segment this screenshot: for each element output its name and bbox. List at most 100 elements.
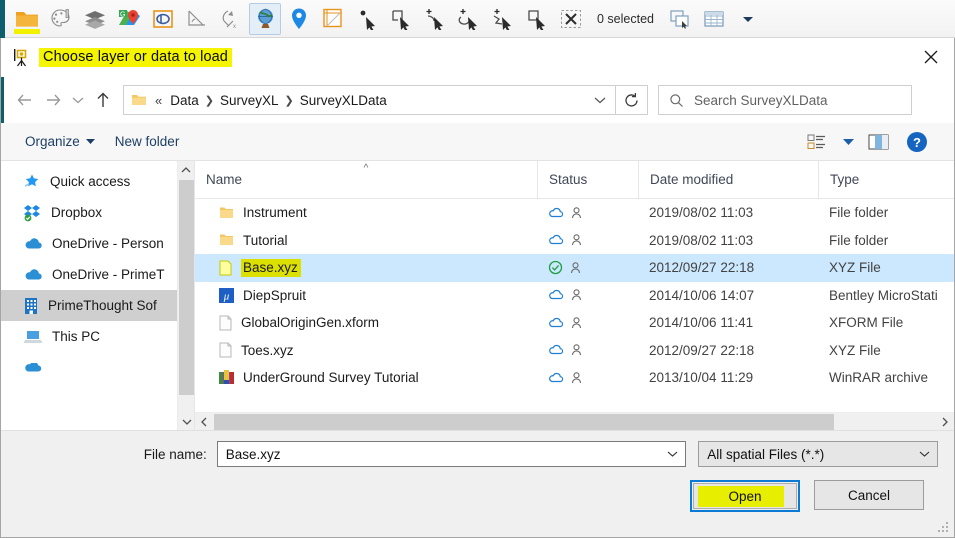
scroll-up-icon[interactable] (178, 161, 194, 178)
select-rect-icon[interactable] (385, 3, 417, 35)
cell-name: Instrument (195, 199, 537, 227)
axis-rotate-icon[interactable]: x (215, 3, 247, 35)
column-header-status[interactable]: Status (537, 161, 638, 199)
table-row[interactable]: Tutorial 2019/08/02 11:03 File folder (195, 227, 954, 255)
select-lasso-icon[interactable] (453, 3, 485, 35)
scroll-left-icon[interactable] (195, 413, 213, 431)
column-header-type[interactable]: Type (818, 161, 954, 199)
table-row[interactable]: UnderGround Survey Tutorial 2013/10/04 1… (195, 364, 954, 392)
column-header-name[interactable]: ^ Name (195, 161, 537, 199)
bing-maps-icon[interactable] (147, 3, 179, 35)
sidebar-item-quick-access[interactable]: Quick access (1, 166, 177, 197)
sidebar-item-primethought-software[interactable]: PrimeThought Sof (1, 290, 177, 321)
google-maps-icon[interactable]: G (113, 3, 145, 35)
sidebar-item-onedrive-personal[interactable]: OneDrive - Person (1, 228, 177, 259)
table-row[interactable]: Toes.xyz 2012/09/27 22:18 XYZ File (195, 337, 954, 365)
table-row[interactable]: Instrument 2019/08/02 11:03 File folder (195, 199, 954, 227)
sidebar-scrollbar[interactable] (177, 161, 194, 430)
select-point-icon[interactable] (351, 3, 383, 35)
file-name: GlobalOriginGen.xform (241, 315, 379, 330)
table-icon[interactable] (698, 3, 730, 35)
file-list-horizontal-scrollbar[interactable] (195, 412, 954, 430)
table-row[interactable]: μ DiepSpruit 2014/10/06 14:07 Bentley Mi… (195, 282, 954, 310)
scrollbar-track[interactable] (213, 413, 936, 431)
scroll-right-icon[interactable] (936, 413, 954, 431)
scroll-down-icon[interactable] (178, 413, 195, 430)
dialog-footer: File name: Base.xyz All spatial Files (*… (1, 430, 954, 537)
overflow-chevron-icon[interactable] (732, 3, 764, 35)
select-poly-icon[interactable] (487, 3, 519, 35)
select-crop-icon[interactable] (521, 3, 553, 35)
palette-icon[interactable] (45, 3, 77, 35)
breadcrumb-item-2[interactable]: SurveyXLData (297, 92, 390, 109)
cell-name: UnderGround Survey Tutorial (195, 364, 537, 392)
filename-input[interactable]: Base.xyz (217, 441, 686, 467)
preview-pane-icon[interactable] (862, 129, 896, 155)
file-type-filter-select[interactable]: All spatial Files (*.*) (698, 441, 938, 467)
help-icon[interactable]: ? (900, 129, 934, 155)
generic-file-icon (219, 315, 232, 331)
filename-value: Base.xyz (226, 447, 661, 462)
command-bar: Organize New folder (1, 123, 954, 161)
breadcrumb-item-0[interactable]: Data (167, 92, 202, 109)
selection-status: 0 selected (588, 12, 663, 26)
navigation-sidebar: Quick access Dropbox (1, 161, 177, 430)
recent-locations-chevron-icon[interactable] (67, 86, 89, 114)
file-name: Base.xyz (241, 259, 301, 277)
folder-icon (219, 233, 234, 247)
scrollbar-thumb[interactable] (214, 414, 834, 430)
open-file-dialog: Choose layer or data to load (0, 38, 955, 538)
clear-selection-icon[interactable] (555, 3, 587, 35)
open-folder-highlight (14, 29, 40, 34)
sidebar-item-label: This PC (52, 329, 100, 344)
layers-icon[interactable] (79, 3, 111, 35)
close-icon[interactable] (908, 38, 954, 76)
cell-name: μ DiepSpruit (195, 282, 537, 310)
table-row[interactable]: GlobalOriginGen.xform 2014/10/06 11:41 X… (195, 309, 954, 337)
filter-dropdown-chevron-icon[interactable] (913, 449, 935, 459)
sidebar-item-label: OneDrive - PrimeT (52, 267, 165, 282)
cell-type: File folder (818, 227, 954, 255)
address-bar[interactable]: « Data ❯ SurveyXL ❯ SurveyXLData (123, 85, 616, 115)
breadcrumb-overflow[interactable]: « (153, 93, 165, 108)
refresh-button[interactable] (616, 85, 648, 115)
table-row-selected[interactable]: Base.xyz 2012/09/27 22:18 XYZ File (195, 254, 954, 282)
sidebar-scrollbar-thumb[interactable] (179, 180, 194, 395)
globe-icon[interactable] (249, 3, 281, 35)
microstation-icon: μ (219, 288, 234, 303)
organize-button[interactable]: Organize (15, 134, 105, 149)
up-button[interactable] (89, 86, 117, 114)
page-measure-icon[interactable] (317, 3, 349, 35)
sidebar-item-partial[interactable] (1, 352, 177, 383)
cancel-button[interactable]: Cancel (814, 480, 924, 510)
open-button[interactable]: Open (693, 483, 797, 509)
address-dropdown-chevron-icon[interactable] (588, 94, 612, 106)
search-placeholder: Search SurveyXLData (694, 93, 828, 108)
open-button-focus-ring: Open (690, 480, 800, 512)
resize-grip[interactable] (938, 522, 950, 534)
new-folder-button[interactable]: New folder (105, 134, 190, 149)
svg-text:G: G (120, 11, 125, 18)
cell-status (537, 227, 638, 255)
select-add-icon[interactable] (419, 3, 451, 35)
sidebar-item-label: OneDrive - Person (52, 236, 164, 251)
xyz-file-icon (219, 260, 232, 276)
forward-button[interactable] (39, 86, 67, 114)
column-header-date-modified[interactable]: Date modified (638, 161, 818, 199)
angle-measure-icon[interactable] (181, 3, 213, 35)
back-button[interactable] (11, 86, 39, 114)
open-folder-icon[interactable] (11, 3, 43, 35)
view-options-chevron-icon[interactable] (838, 129, 858, 155)
map-pin-icon[interactable] (283, 3, 315, 35)
sidebar-item-onedrive-primethought[interactable]: OneDrive - PrimeT (1, 259, 177, 290)
breadcrumb-item-1[interactable]: SurveyXL (217, 92, 282, 109)
filename-dropdown-chevron-icon[interactable] (661, 449, 683, 459)
cloud-icon (548, 289, 564, 301)
search-input[interactable]: Search SurveyXLData (658, 85, 912, 115)
dialog-titlebar: Choose layer or data to load (1, 38, 954, 77)
view-list-icon[interactable] (800, 129, 834, 155)
sidebar-item-dropbox[interactable]: Dropbox (1, 197, 177, 228)
sidebar-item-this-pc[interactable]: This PC (1, 321, 177, 352)
file-list-rows: Instrument 2019/08/02 11:03 File folder (195, 199, 954, 392)
duplicate-icon[interactable] (664, 3, 696, 35)
